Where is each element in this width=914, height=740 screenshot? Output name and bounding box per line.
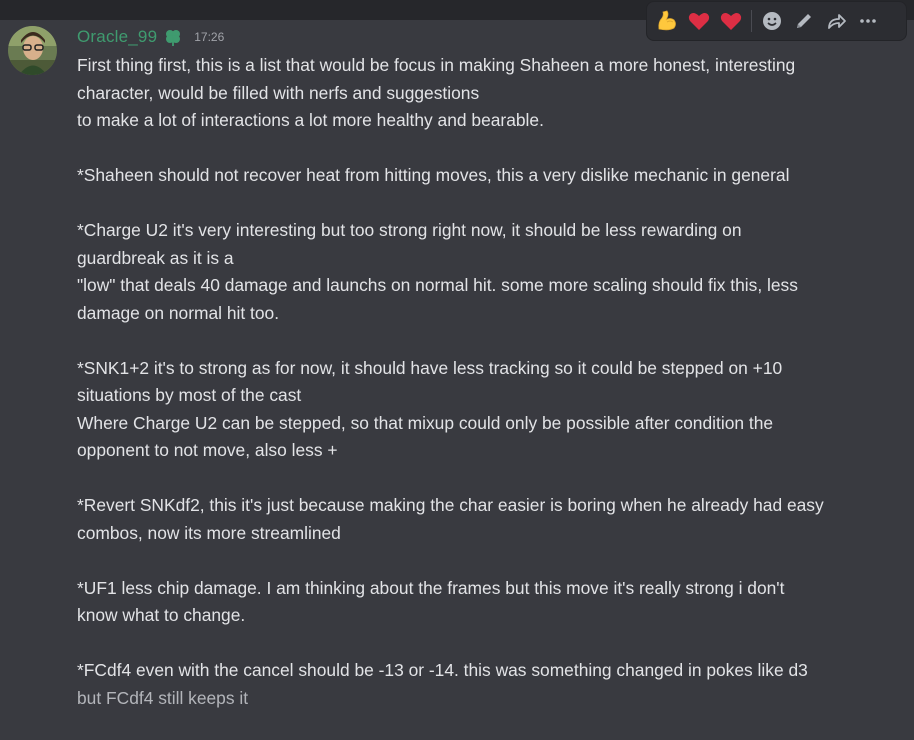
message-line: "low" that deals 40 damage and launchs o… <box>77 275 798 295</box>
heart-reaction-button[interactable] <box>683 3 715 39</box>
message-line: First thing first, this is a list that w… <box>77 55 796 75</box>
message-line: *Revert SNKdf2, this it's just because m… <box>77 495 824 515</box>
avatar[interactable] <box>8 26 57 75</box>
reply-button[interactable] <box>820 3 852 39</box>
more-options-icon <box>860 19 876 23</box>
message-line: *Charge U2 it's very interesting but too… <box>77 220 742 240</box>
more-options-button[interactable] <box>852 3 884 39</box>
message-line: guardbreak as it is a <box>77 247 234 268</box>
message-line: *SNK1+2 it's to strong as for now, it sh… <box>77 357 783 378</box>
message-line: *UF1 less chip damage. I am thinking abo… <box>77 577 785 598</box>
edit-button[interactable] <box>788 3 820 39</box>
message-line: character, would be filled with nerfs an… <box>77 82 480 103</box>
message-content: First thing first, this is a list that w… <box>77 52 907 712</box>
message-line: damage on normal hit too. <box>77 302 280 323</box>
message-action-toolbar <box>646 1 907 41</box>
reply-arrow-icon <box>828 14 846 29</box>
message-line: Where Charge U2 can be stepped, so that … <box>77 412 774 433</box>
add-reaction-icon <box>763 12 781 30</box>
message-line: to make a lot of interactions a lot more… <box>77 110 544 130</box>
heart-reaction-button[interactable] <box>715 3 747 39</box>
red-heart-emoji-icon <box>688 13 710 31</box>
red-heart-emoji-icon <box>720 13 742 31</box>
message-line: combos, now its more streamlined <box>77 522 341 543</box>
message-header: Oracle_99 17:26 <box>77 25 224 49</box>
message-line: know what to change. <box>77 605 246 625</box>
message-line: *Shaheen should not recover heat from hi… <box>77 165 790 185</box>
flexed-biceps-emoji-icon <box>658 10 676 31</box>
message-line: *FCdf4 even with the cancel should be -1… <box>77 660 808 680</box>
toolbar-divider <box>751 10 752 32</box>
timestamp: 17:26 <box>194 30 225 44</box>
edit-pencil-icon <box>797 14 811 28</box>
message-line: situations by most of the cast <box>77 385 302 405</box>
clover-badge-icon[interactable] <box>163 27 183 47</box>
message-line: but FCdf4 still keeps it <box>77 687 249 708</box>
message-line: opponent to not move, also less + <box>77 440 338 460</box>
add-reaction-button[interactable] <box>756 3 788 39</box>
username[interactable]: Oracle_99 <box>77 27 157 47</box>
avatar-image <box>8 26 57 75</box>
flexed-biceps-reaction-button[interactable] <box>651 3 683 39</box>
